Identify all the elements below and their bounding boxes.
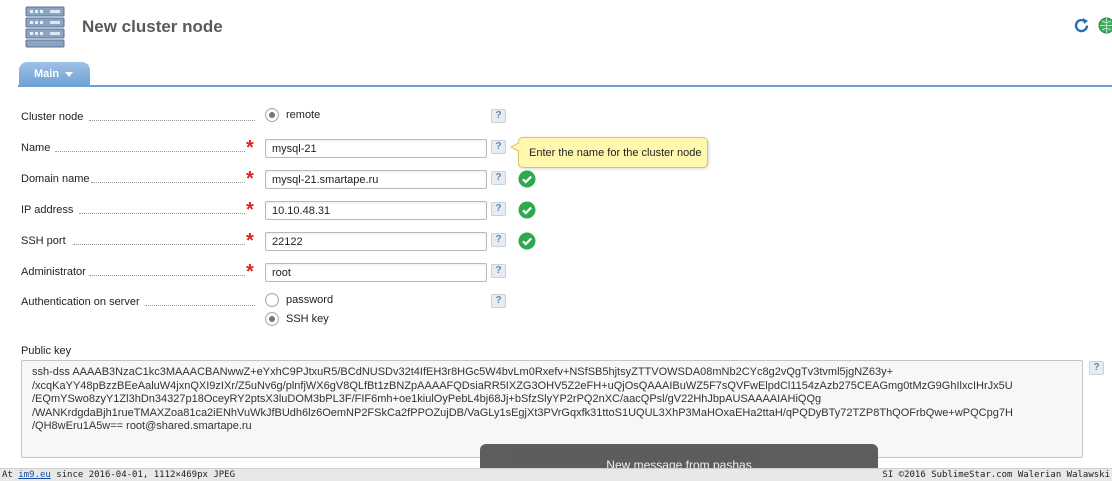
dotted-leader xyxy=(79,213,245,214)
tab-main-label: Main xyxy=(34,68,60,80)
chevron-down-icon xyxy=(65,71,74,77)
administrator-input[interactable] xyxy=(265,263,487,282)
cluster-node-row: Cluster node remote ? xyxy=(21,108,1111,130)
required-asterisk-icon: * xyxy=(246,230,254,252)
required-asterisk-icon: * xyxy=(246,261,254,283)
ssh-port-help-icon[interactable]: ? xyxy=(491,233,506,247)
auth-ssh-key-radio[interactable] xyxy=(265,312,279,326)
tab-main[interactable]: Main xyxy=(19,62,90,87)
name-tooltip: Enter the name for the cluster node xyxy=(510,137,708,168)
domain-name-input[interactable] xyxy=(265,170,487,189)
valid-check-icon xyxy=(518,201,536,219)
domain-name-row: Domain name * ? xyxy=(21,168,1111,192)
cluster-node-help-icon[interactable]: ? xyxy=(491,109,506,123)
public-key-line: ssh-dss AAAAB3NzaC1kc3MAAACBANwwZ+eYxhC9… xyxy=(32,366,894,378)
auth-ssh-key-label: SSH key xyxy=(286,313,329,325)
administrator-row: Administrator * ? xyxy=(21,261,1111,285)
dotted-leader xyxy=(145,305,255,306)
server-rack-icon xyxy=(25,6,65,48)
page-title: New cluster node xyxy=(82,17,223,36)
image-host-footer: At im9.eu since 2016-04-01, 1112×469px J… xyxy=(0,468,1112,481)
administrator-label: Administrator xyxy=(21,266,86,278)
cluster-node-remote-label: remote xyxy=(286,109,321,121)
cluster-node-remote-radio[interactable] xyxy=(265,108,279,122)
ssh-port-input[interactable] xyxy=(265,232,487,251)
public-key-label: Public key xyxy=(21,345,72,357)
dotted-leader xyxy=(89,120,255,121)
auth-password-label: password xyxy=(286,294,334,306)
authentication-row: Authentication on server password SSH ke… xyxy=(21,293,1111,333)
ip-address-help-icon[interactable]: ? xyxy=(491,202,506,216)
auth-password-radio[interactable] xyxy=(265,293,279,307)
domain-name-label: Domain name xyxy=(21,173,90,185)
header: New cluster node xyxy=(0,0,1112,56)
required-asterisk-icon: * xyxy=(246,168,254,190)
public-key-line: /QH8wEru1A5w== root@shared.smartape.ru xyxy=(32,420,252,432)
domain-name-help-icon[interactable]: ? xyxy=(491,171,506,185)
dotted-leader xyxy=(89,275,245,276)
dotted-leader xyxy=(73,244,245,245)
valid-check-icon xyxy=(518,232,536,250)
name-input[interactable] xyxy=(265,139,487,158)
ip-address-input[interactable] xyxy=(265,201,487,220)
public-key-line: /xcqKaYY48pBzzBEeAaluW4jxnQXI9zIXr/Z5uNv… xyxy=(32,379,1013,392)
ssh-port-label: SSH port xyxy=(21,235,66,247)
authentication-label: Authentication on server xyxy=(21,296,140,308)
name-help-icon[interactable]: ? xyxy=(491,140,506,154)
tab-divider xyxy=(18,85,1112,87)
public-key-line: /EQmYSwo8zyY1Zl3hDn34327p18OceyRY2ptsX3l… xyxy=(32,393,822,405)
required-asterisk-icon: * xyxy=(246,199,254,221)
name-label: Name xyxy=(21,142,51,154)
public-key-line: /WANKrdgdaBjh1rueTMAXZoa81ca2iENhVuWkJfB… xyxy=(32,406,1013,419)
cluster-node-label: Cluster node xyxy=(21,111,84,123)
footer-right: SI ©2016 SublimeStar.com Walerian Walaws… xyxy=(882,470,1110,480)
ip-address-row: IP address * ? xyxy=(21,199,1111,223)
ssh-port-row: SSH port * ? xyxy=(21,230,1111,254)
required-asterisk-icon: * xyxy=(246,137,254,159)
footer-host-link[interactable]: im9.eu xyxy=(18,470,51,480)
ip-address-label: IP address xyxy=(21,204,74,216)
globe-icon[interactable] xyxy=(1098,17,1112,34)
valid-check-icon xyxy=(518,170,536,188)
administrator-help-icon[interactable]: ? xyxy=(491,264,506,278)
footer-suffix: since 2016-04-01, 1112×469px JPEG xyxy=(50,470,236,480)
footer-left: At im9.eu since 2016-04-01, 1112×469px J… xyxy=(2,470,235,480)
dotted-leader xyxy=(91,182,245,183)
refresh-icon[interactable] xyxy=(1073,17,1090,34)
footer-prefix: At xyxy=(2,470,19,480)
dotted-leader xyxy=(55,151,245,152)
public-key-help-icon[interactable]: ? xyxy=(1089,361,1104,375)
authentication-help-icon[interactable]: ? xyxy=(491,294,506,308)
